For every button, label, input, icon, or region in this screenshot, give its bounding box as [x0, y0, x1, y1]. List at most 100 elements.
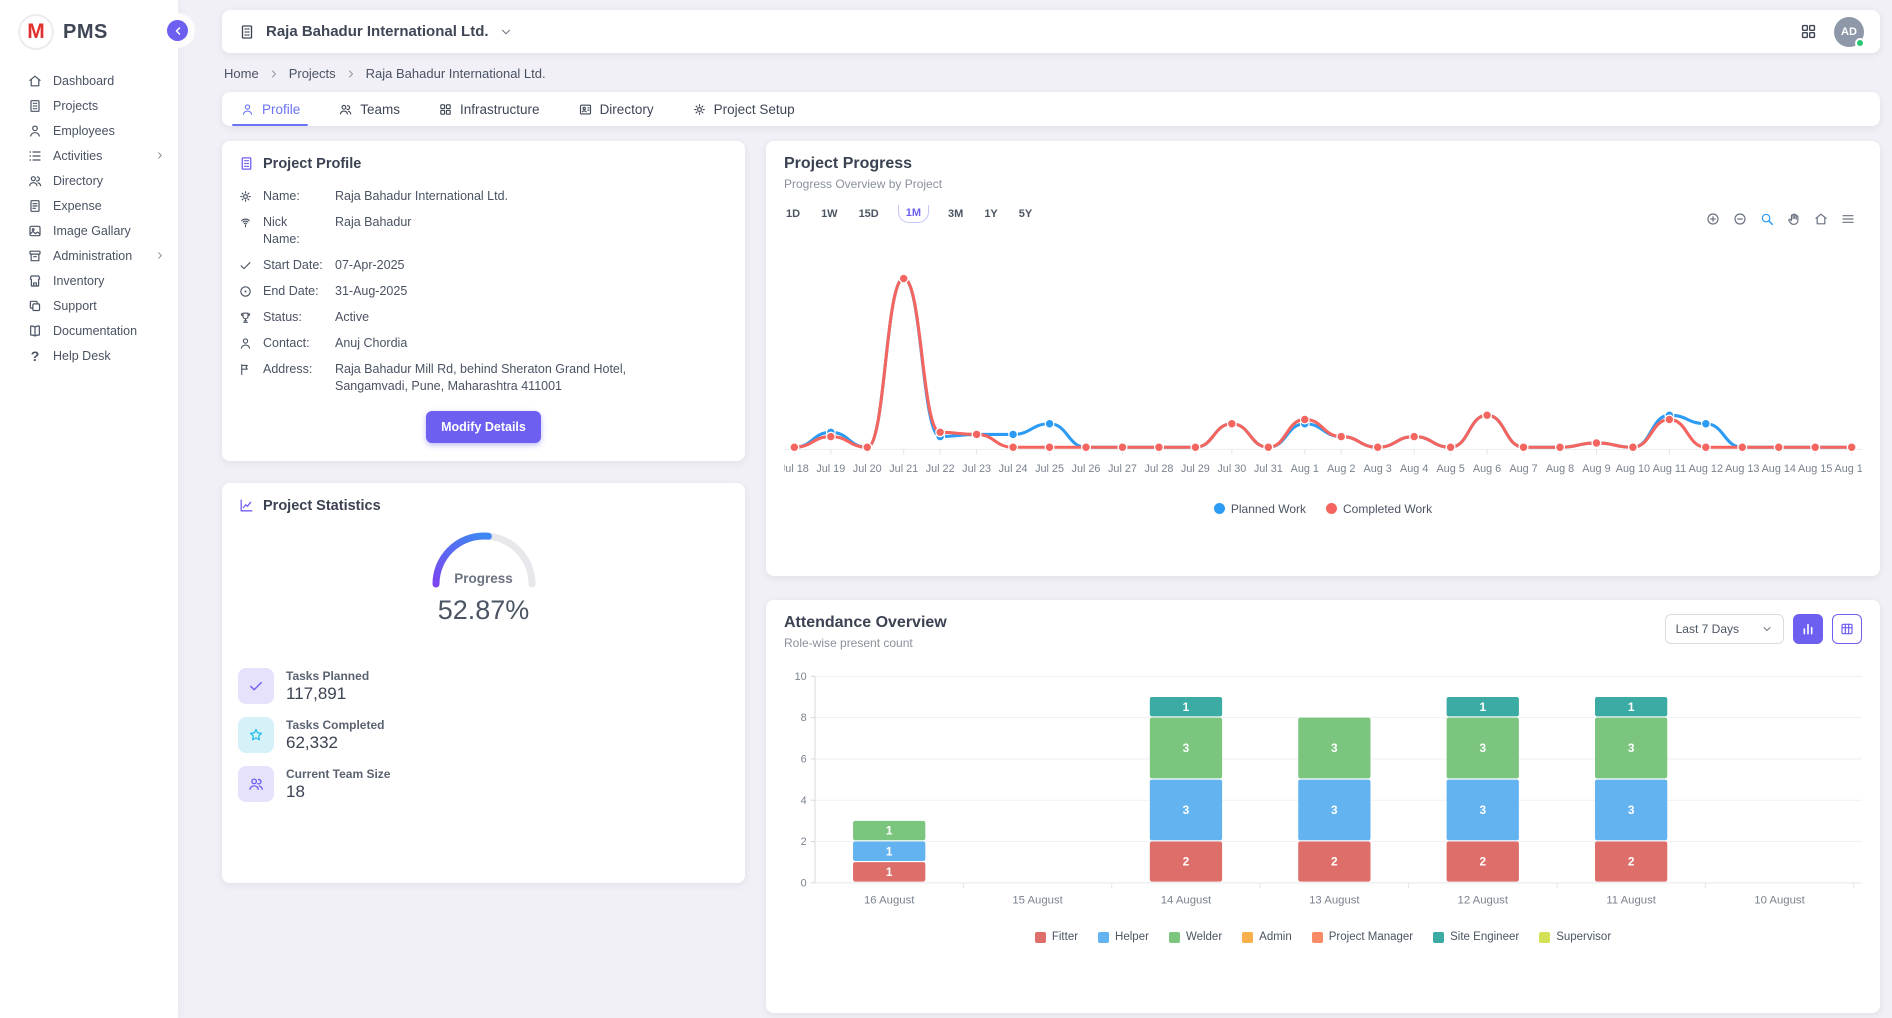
sidebar-item-image-gallary[interactable]: Image Gallary — [0, 218, 178, 243]
legend-item[interactable]: Completed Work — [1326, 502, 1432, 516]
zoom-out-icon[interactable] — [1732, 211, 1748, 227]
table-view-button[interactable] — [1832, 614, 1862, 644]
chart-line-icon — [238, 497, 255, 514]
card-subtitle: Role-wise present count — [784, 636, 947, 650]
range-3m-button[interactable]: 3M — [946, 206, 965, 222]
range-1y-button[interactable]: 1Y — [982, 206, 999, 222]
svg-text:Jul 24: Jul 24 — [999, 463, 1028, 475]
check-icon — [247, 677, 265, 695]
range-15d-button[interactable]: 15D — [857, 206, 881, 222]
breadcrumb-item[interactable]: Home — [224, 66, 259, 81]
sidebar-item-label: Dashboard — [53, 74, 114, 88]
modify-details-button[interactable]: Modify Details — [426, 411, 541, 443]
bar-chart[interactable]: 024681011116 August15 August233114 Augus… — [784, 666, 1862, 931]
tab-teams[interactable]: Teams — [338, 92, 400, 126]
chevron-right-icon — [345, 68, 357, 80]
tab-profile[interactable]: Profile — [240, 92, 300, 126]
gear-icon — [238, 189, 253, 204]
sidebar-item-projects[interactable]: Projects — [0, 93, 178, 118]
field-value: Raja Bahadur International Ltd. — [335, 188, 508, 205]
breadcrumb-item[interactable]: Projects — [289, 66, 336, 81]
gear-icon — [692, 102, 707, 117]
sidebar-item-label: Inventory — [53, 274, 104, 288]
user-avatar[interactable]: AD — [1834, 17, 1864, 47]
stat-label: Tasks Completed — [286, 718, 384, 732]
home-icon[interactable] — [1813, 211, 1829, 227]
legend-item[interactable]: Site Engineer — [1433, 931, 1519, 943]
sidebar-item-administration[interactable]: Administration — [0, 243, 178, 268]
hand-icon[interactable] — [1786, 211, 1802, 227]
svg-text:1: 1 — [886, 865, 893, 879]
fingerprint-icon — [238, 215, 253, 230]
svg-text:Aug 14: Aug 14 — [1762, 463, 1796, 475]
field-label: Status: — [263, 309, 325, 326]
tab-infrastructure[interactable]: Infrastructure — [438, 92, 540, 126]
menu-icon[interactable] — [1840, 211, 1856, 227]
svg-text:Jul 21: Jul 21 — [889, 463, 918, 475]
profile-field: Start Date:07-Apr-2025 — [238, 257, 729, 274]
legend-item[interactable]: Planned Work — [1214, 502, 1306, 516]
stat-iconbox — [238, 766, 274, 802]
legend-item[interactable]: Project Manager — [1312, 931, 1413, 943]
magnifier-icon[interactable] — [1759, 211, 1775, 227]
list-icon — [27, 148, 43, 164]
stat-value: 117,891 — [286, 684, 369, 704]
range-1d-button[interactable]: 1D — [784, 206, 802, 222]
svg-text:Jul 26: Jul 26 — [1072, 463, 1101, 475]
legend-item[interactable]: Helper — [1098, 931, 1149, 943]
sidebar-collapse-button[interactable] — [167, 20, 188, 41]
sidebar-item-activities[interactable]: Activities — [0, 143, 178, 168]
project-statistics-card: Project Statistics — [222, 483, 745, 883]
left-column: Project Profile Name:Raja Bahadur Intern… — [222, 141, 745, 1018]
sidebar-item-employees[interactable]: Employees — [0, 118, 178, 143]
attendance-controls: Last 7 Days — [1665, 614, 1862, 644]
bar-chart-svg: 024681011116 August15 August233114 Augus… — [784, 666, 1862, 926]
svg-text:Jul 28: Jul 28 — [1144, 463, 1173, 475]
svg-text:Aug 8: Aug 8 — [1546, 463, 1574, 475]
svg-text:Aug 12: Aug 12 — [1689, 463, 1723, 475]
svg-text:10: 10 — [795, 671, 807, 683]
sidebar-item-directory[interactable]: Directory — [0, 168, 178, 193]
line-chart[interactable]: Jul 18Jul 19Jul 20Jul 21Jul 22Jul 23Jul … — [784, 247, 1862, 500]
svg-text:Jul 30: Jul 30 — [1217, 463, 1246, 475]
sidebar-item-documentation[interactable]: Documentation — [0, 318, 178, 343]
field-label: Address: — [263, 361, 325, 395]
sidebar-item-label: Administration — [53, 249, 132, 263]
stat-row: Current Team Size18 — [238, 766, 729, 802]
legend-swatch — [1098, 932, 1109, 943]
sidebar-item-inventory[interactable]: Inventory — [0, 268, 178, 293]
field-value: Active — [335, 309, 369, 326]
field-value: 31-Aug-2025 — [335, 283, 407, 300]
app-name: PMS — [63, 21, 108, 44]
breadcrumb-item[interactable]: Raja Bahadur International Ltd. — [366, 66, 546, 81]
tab-project-setup[interactable]: Project Setup — [692, 92, 795, 126]
flag-icon — [238, 362, 253, 377]
app-logo[interactable]: M PMS — [0, 0, 178, 68]
sidebar-item-support[interactable]: Support — [0, 293, 178, 318]
zoom-in-icon[interactable] — [1705, 211, 1721, 227]
date-range-select[interactable]: Last 7 Days — [1665, 614, 1784, 644]
svg-text:16 August: 16 August — [864, 894, 915, 906]
legend-item[interactable]: Admin — [1242, 931, 1292, 943]
sidebar-item-label: Image Gallary — [53, 224, 131, 238]
sidebar-item-expense[interactable]: Expense — [0, 193, 178, 218]
range-1m-button[interactable]: 1M — [898, 205, 929, 223]
svg-text:13 August: 13 August — [1309, 894, 1360, 906]
range-5y-button[interactable]: 5Y — [1017, 206, 1034, 222]
svg-text:0: 0 — [801, 877, 807, 889]
stat-row: Tasks Planned117,891 — [238, 668, 729, 704]
legend-item[interactable]: Welder — [1169, 931, 1222, 943]
company-selector[interactable]: Raja Bahadur International Ltd. — [238, 23, 513, 41]
sidebar-item-label: Activities — [53, 149, 102, 163]
sidebar-item-dashboard[interactable]: Dashboard — [0, 68, 178, 93]
legend-item[interactable]: Supervisor — [1539, 931, 1611, 943]
range-1w-button[interactable]: 1W — [819, 206, 840, 222]
apps-grid-icon[interactable] — [1799, 22, 1818, 41]
tab-directory[interactable]: Directory — [578, 92, 654, 126]
chart-view-button[interactable] — [1793, 614, 1823, 644]
gauge-label: Progress — [424, 571, 544, 586]
svg-text:Aug 1: Aug 1 — [1291, 463, 1319, 475]
svg-text:2: 2 — [1331, 855, 1338, 869]
sidebar-item-help-desk[interactable]: ?Help Desk — [0, 343, 178, 368]
legend-item[interactable]: Fitter — [1035, 931, 1078, 943]
